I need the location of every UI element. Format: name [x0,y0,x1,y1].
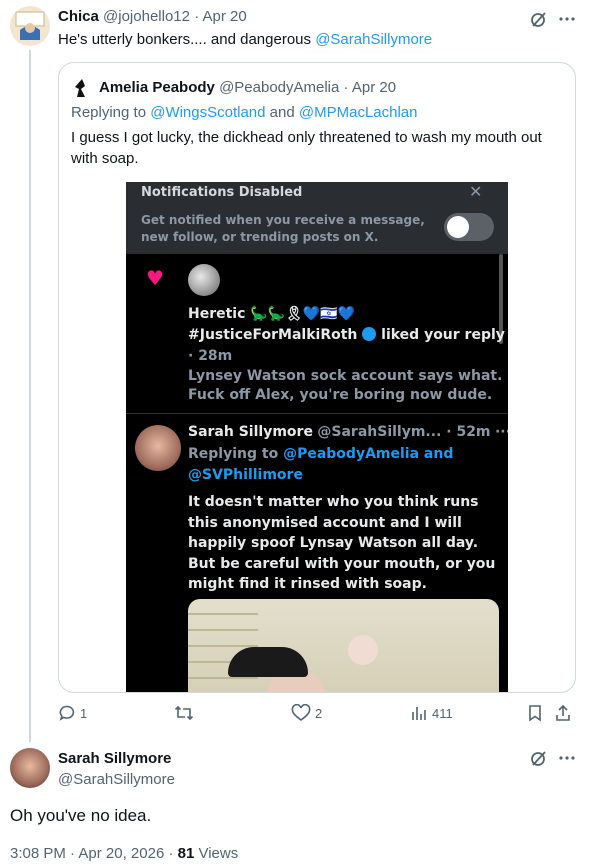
grok-icon[interactable] [528,8,550,30]
tweet2-handle[interactable]: @SarahSillymore [58,771,175,788]
retweet-button[interactable] [174,704,198,722]
screenshot-reply-mention-2: @SVPhillimore [188,467,303,483]
tweet2-date[interactable]: Apr 20, 2026 [78,845,164,862]
reply-prefix: Replying to [71,104,151,121]
screenshot-more: ··· [494,424,508,440]
quote-name: Amelia Peabody [99,79,215,96]
more-icon[interactable] [556,8,578,30]
action-bar: 1 2 411 [58,704,576,726]
screenshot-reply-handle: @SarahSillym... · 52m [317,424,491,440]
avatar-drawing [15,11,45,40]
tweet1-handle[interactable]: @jojohello12 [103,8,190,25]
like-count: 2 [315,705,323,721]
quote-text: I guess I got lucky, the dickhead only t… [71,129,542,167]
tweet2-views-label: Views [194,845,239,862]
tweet1-header: Chica @jojohello12 · Apr 20 [58,8,247,25]
heretic-avatar [188,264,220,296]
tweet2-text: Oh you've no idea. [10,806,152,825]
like-icon [291,704,311,722]
amelia-avatar [71,77,93,99]
tweet2-meta: 3:08 PM · Apr 20, 2026 · 81 Views [10,845,238,862]
screenshot-photo [188,599,499,692]
tweet1-mention[interactable]: @SarahSillymore [315,31,432,48]
screenshot-reply-name: Sarah Sillymore [188,424,313,440]
notif-title: Notifications Disabled [141,185,303,200]
quote-handle: @PeabodyAmelia [219,79,340,96]
tweet2-name[interactable]: Sarah Sillymore [58,750,171,767]
notif-desc: Get notified when you receive a message,… [141,213,425,244]
like-text-2: Fuck off Alex, you're boring now dude. [188,387,493,403]
reply-mention-2[interactable]: @MPMacLachlan [299,104,418,121]
screenshot-reply-body: It doesn't matter who you think runs thi… [188,494,496,592]
share-button[interactable] [554,704,572,722]
notif-toggle [444,213,494,241]
screenshot-reply-mention-1: @PeabodyAmelia [283,446,420,462]
bookmark-button[interactable] [526,704,544,722]
heart-icon: ♥ [146,266,164,290]
reply-count: 1 [80,705,88,721]
grok-icon[interactable] [528,747,550,769]
reply-and: and [265,104,299,121]
like-button[interactable]: 2 [291,704,322,722]
chica-avatar[interactable] [10,6,50,46]
screenshot-reply-and: and [419,446,454,462]
sarah-avatar[interactable] [10,748,50,788]
like-user-line: Heretic 🦕🦕🎗💙🇮🇱💙 [188,306,356,322]
meta-separator-2: · [168,845,174,862]
tweet1-date[interactable]: Apr 20 [203,8,247,25]
thread-line [29,50,31,742]
tweet2-views-count: 81 [177,845,195,862]
like-action: liked your reply [376,327,505,343]
notifications-banner: Notifications Disabled ✕ Get notified wh… [126,182,508,254]
more-icon[interactable] [556,747,578,769]
like-hashtag-line: #JusticeForMalkiRoth liked your reply [188,327,505,343]
screenshot-reply-header: Sarah Sillymore @SarahSillym... · 52m ··… [188,424,508,440]
sarah-avatar-small [135,425,181,471]
reply-button[interactable]: 1 [58,704,87,722]
quote-header: Amelia Peabody @PeabodyAmelia · Apr 20 [99,79,396,96]
reply-icon [59,705,75,721]
share-icon [556,704,570,721]
screenshot-replying-to: Replying to @PeabodyAmelia and [188,446,453,462]
attached-screenshot[interactable]: Notifications Disabled ✕ Get notified wh… [126,182,508,692]
like-text-1: Lynsey Watson sock account says what. [188,368,503,384]
quote-replying-to: Replying to @WingsScotland and @MPMacLac… [71,104,417,121]
retweet-icon [174,705,194,721]
tweet1-separator: · [194,8,200,25]
screenshot-reply-prefix: Replying to [188,446,284,462]
views-button[interactable]: 411 [410,704,453,722]
quoted-tweet[interactable]: Amelia Peabody @PeabodyAmelia · Apr 20 R… [58,62,576,693]
tweet1-name[interactable]: Chica [58,8,99,25]
quote-date: Apr 20 [351,79,397,96]
meta-separator: · [70,845,76,862]
screenshot-divider [126,413,508,414]
quote-separator: · [343,79,349,96]
close-icon: ✕ [469,182,483,201]
bookmark-icon [529,705,541,722]
like-hashtag: #JusticeForMalkiRoth [188,327,358,343]
reply-mention-1[interactable]: @WingsScotland [150,104,265,121]
tweet1-text: He's utterly bonkers.... and dangerous @… [58,31,432,48]
tweet1-body: He's utterly bonkers.... and dangerous [58,31,316,48]
verified-icon [362,327,377,341]
views-icon [412,707,426,720]
tweet2-time[interactable]: 3:08 PM [10,845,66,862]
views-count: 411 [432,705,453,721]
like-time: · 28m [188,348,233,364]
